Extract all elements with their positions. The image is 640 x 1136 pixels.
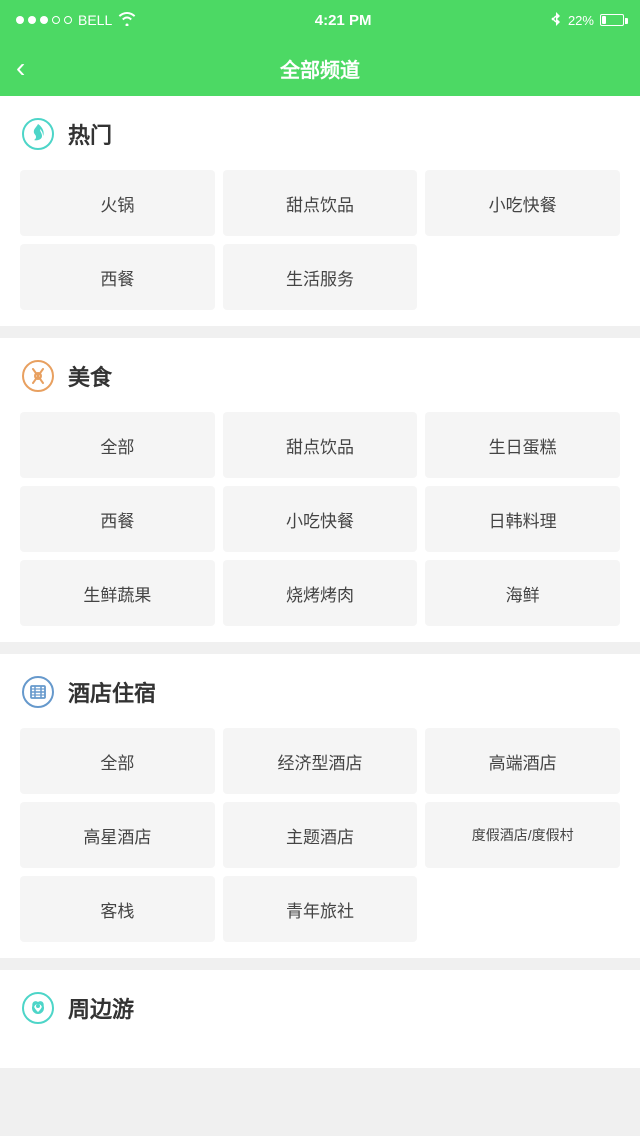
status-right: 22% (550, 11, 624, 30)
hotel-item-resort[interactable]: 度假酒店/度假村 (425, 802, 620, 868)
wifi-icon (118, 12, 136, 29)
signal-dots (16, 16, 72, 24)
food-grid: 全部 甜点饮品 生日蛋糕 西餐 小吃快餐 日韩料理 生鲜蔬果 烧烤烤肉 海鲜 (20, 412, 620, 626)
hotel-item-empty (425, 876, 620, 942)
section-nearby: 周边游 (0, 970, 640, 1068)
section-hot-title: 热门 (68, 118, 112, 150)
hot-item-huoguo[interactable]: 火锅 (20, 170, 215, 236)
dot-3 (40, 16, 48, 24)
section-food-header: 美食 (20, 358, 620, 394)
hotel-item-luxury[interactable]: 高端酒店 (425, 728, 620, 794)
status-bar: BELL 4:21 PM 22% (0, 0, 640, 40)
section-food: 美食 全部 甜点饮品 生日蛋糕 西餐 小吃快餐 日韩料理 生鲜蔬果 烧烤烤肉 海… (0, 338, 640, 642)
hotel-grid: 全部 经济型酒店 高端酒店 高星酒店 主题酒店 度假酒店/度假村 客栈 青年旅社 (20, 728, 620, 942)
nearby-icon (20, 990, 56, 1026)
hot-item-xiaochi[interactable]: 小吃快餐 (425, 170, 620, 236)
status-time: 4:21 PM (315, 12, 372, 29)
food-item-snacks[interactable]: 小吃快餐 (223, 486, 418, 552)
section-hotel: 酒店住宿 全部 经济型酒店 高端酒店 高星酒店 主题酒店 度假酒店/度假村 客栈… (0, 654, 640, 958)
dot-2 (28, 16, 36, 24)
hot-item-shenghuo[interactable]: 生活服务 (223, 244, 418, 310)
nav-title: 全部频道 (280, 54, 360, 83)
hot-item-empty (425, 244, 620, 310)
food-item-japanese-korean[interactable]: 日韩料理 (425, 486, 620, 552)
back-button[interactable]: ‹ (16, 54, 25, 82)
hotel-item-inn[interactable]: 客栈 (20, 876, 215, 942)
section-nearby-title: 周边游 (68, 992, 134, 1024)
food-item-birthday-cake[interactable]: 生日蛋糕 (425, 412, 620, 478)
status-left: BELL (16, 12, 136, 29)
hot-item-tiandian[interactable]: 甜点饮品 (223, 170, 418, 236)
content-area: 热门 火锅 甜点饮品 小吃快餐 西餐 生活服务 美食 全部 (0, 96, 640, 1068)
section-hotel-header: 酒店住宿 (20, 674, 620, 710)
battery-percentage: 22% (568, 13, 594, 28)
section-food-title: 美食 (68, 360, 112, 392)
food-item-seafood[interactable]: 海鲜 (425, 560, 620, 626)
bluetooth-icon (550, 11, 562, 30)
fork-x-icon (20, 358, 56, 394)
nav-bar: ‹ 全部频道 (0, 40, 640, 96)
battery-icon (600, 14, 624, 26)
section-hot: 热门 火锅 甜点饮品 小吃快餐 西餐 生活服务 (0, 96, 640, 326)
food-item-dessert[interactable]: 甜点饮品 (223, 412, 418, 478)
hotel-item-star[interactable]: 高星酒店 (20, 802, 215, 868)
food-item-bbq[interactable]: 烧烤烤肉 (223, 560, 418, 626)
flame-icon (20, 116, 56, 152)
hotel-item-all[interactable]: 全部 (20, 728, 215, 794)
section-hot-header: 热门 (20, 116, 620, 152)
dot-5 (64, 16, 72, 24)
hotel-icon (20, 674, 56, 710)
hotel-item-economy[interactable]: 经济型酒店 (223, 728, 418, 794)
section-hotel-title: 酒店住宿 (68, 676, 156, 708)
battery-fill (602, 16, 606, 24)
dot-1 (16, 16, 24, 24)
hotel-item-hostel[interactable]: 青年旅社 (223, 876, 418, 942)
carrier-label: BELL (78, 12, 112, 28)
food-item-all[interactable]: 全部 (20, 412, 215, 478)
dot-4 (52, 16, 60, 24)
hotel-item-theme[interactable]: 主题酒店 (223, 802, 418, 868)
hot-grid: 火锅 甜点饮品 小吃快餐 西餐 生活服务 (20, 170, 620, 310)
food-item-western[interactable]: 西餐 (20, 486, 215, 552)
section-nearby-header: 周边游 (20, 990, 620, 1026)
hot-item-xican[interactable]: 西餐 (20, 244, 215, 310)
food-item-fresh[interactable]: 生鲜蔬果 (20, 560, 215, 626)
